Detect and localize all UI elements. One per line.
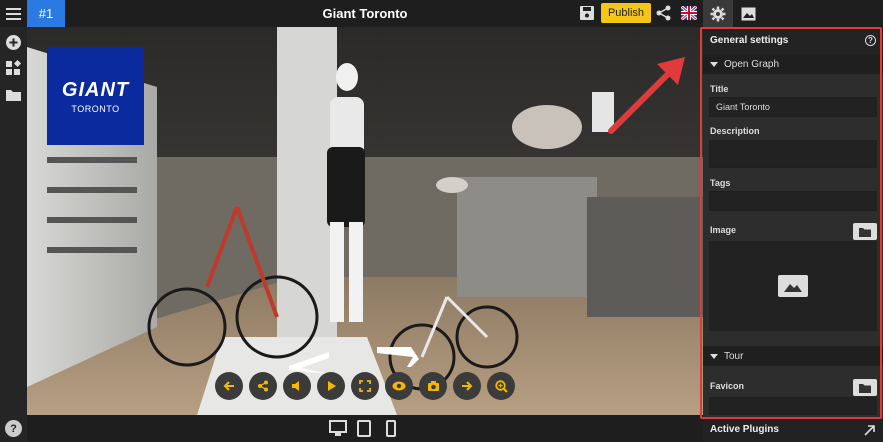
panel-help-icon[interactable]: ?: [865, 35, 876, 46]
play-icon[interactable]: [317, 372, 345, 400]
desktop-view-icon[interactable]: [329, 420, 347, 437]
folder-icon[interactable]: [5, 86, 22, 103]
title-label: Title: [710, 84, 729, 94]
hamburger-menu-icon[interactable]: [0, 0, 27, 27]
annotation-arrow-icon: [608, 57, 685, 134]
share-icon[interactable]: [655, 4, 673, 22]
share-control-icon[interactable]: [249, 372, 277, 400]
panorama-viewer[interactable]: GIANT TORONTO: [27, 27, 703, 415]
caret-down-icon: [710, 353, 718, 359]
title-input[interactable]: Giant Toronto: [709, 97, 877, 117]
settings-panel: General settings ? Open Graph Title Gian…: [703, 27, 883, 442]
favicon-input[interactable]: [709, 397, 877, 415]
arrow-right-icon[interactable]: [453, 372, 481, 400]
image-drop-area[interactable]: [709, 241, 877, 331]
hotspot-arrow-left-icon[interactable]: [289, 352, 329, 374]
tour-title: Giant Toronto: [322, 6, 408, 21]
description-input[interactable]: [709, 140, 877, 168]
active-plugins-label: Active Plugins: [710, 424, 779, 435]
settings-tab-gear-icon[interactable]: [703, 0, 733, 27]
expand-arrow-icon[interactable]: [864, 425, 875, 436]
mobile-view-icon[interactable]: [386, 420, 396, 437]
publish-button[interactable]: Publish: [601, 3, 651, 23]
tour-tab-id[interactable]: #1: [27, 0, 65, 27]
section-open-graph[interactable]: Open Graph: [703, 54, 883, 74]
uk-flag-icon[interactable]: [680, 4, 698, 22]
caret-down-icon: [710, 61, 718, 67]
media-tab-image-icon[interactable]: [733, 0, 763, 27]
panel-tabs: [703, 0, 883, 27]
section-open-graph-label: Open Graph: [724, 58, 780, 70]
logo-city: TORONTO: [71, 103, 120, 114]
favicon-folder-icon[interactable]: [853, 379, 877, 396]
section-tour-label: Tour: [724, 350, 744, 362]
top-bar: #1 Giant Toronto Publish: [0, 0, 703, 27]
image-label: Image: [710, 225, 737, 235]
save-icon[interactable]: [578, 4, 596, 22]
giant-toronto-logo: GIANT TORONTO: [47, 47, 144, 145]
volume-icon[interactable]: [283, 372, 311, 400]
description-label: Description: [710, 126, 760, 136]
section-tour[interactable]: Tour: [703, 346, 883, 366]
add-circle-icon[interactable]: [5, 34, 22, 51]
image-folder-icon[interactable]: [853, 223, 877, 240]
help-icon[interactable]: ?: [5, 420, 22, 437]
arrow-left-icon[interactable]: [215, 372, 243, 400]
favicon-label: Favicon: [710, 381, 745, 391]
app-root: #1 Giant Toronto Publish GIANT TORONTO ?…: [0, 0, 883, 442]
viewer-controls: [215, 372, 515, 400]
zoom-icon[interactable]: [487, 372, 515, 400]
active-plugins-header[interactable]: Active Plugins: [703, 419, 883, 442]
hotspot-arrow-right-icon[interactable]: [377, 345, 419, 367]
fullscreen-icon[interactable]: [351, 372, 379, 400]
widgets-icon[interactable]: [5, 59, 22, 77]
tags-label: Tags: [710, 178, 731, 188]
panel-title-text: General settings: [710, 35, 789, 46]
tablet-view-icon[interactable]: [357, 420, 371, 437]
camera-icon[interactable]: [419, 372, 447, 400]
image-placeholder-icon: [778, 275, 808, 297]
panel-title: General settings ?: [703, 27, 883, 54]
eye-icon[interactable]: [385, 372, 413, 400]
tags-input[interactable]: [709, 191, 877, 211]
left-toolbar: [0, 27, 27, 442]
logo-brand: GIANT: [61, 78, 130, 101]
